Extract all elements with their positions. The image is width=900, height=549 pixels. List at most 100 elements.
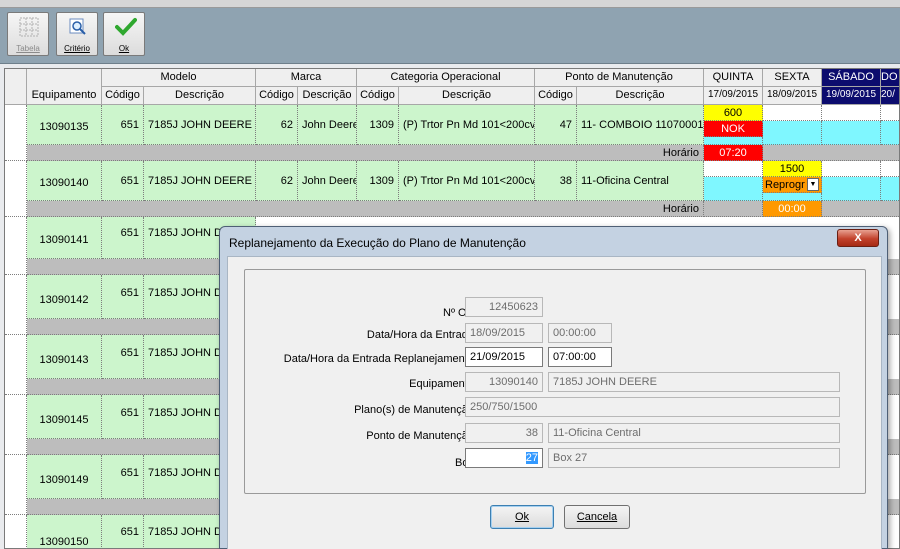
sexta-cell[interactable] [763,105,822,121]
modelo-codigo-cell[interactable]: 651 [102,275,144,319]
categoria-descricao-cell[interactable]: (P) Trtor Pn Md 101<200cv [399,105,535,145]
marca-descricao-cell[interactable]: John Deere [298,161,357,201]
header-modelo-codigo[interactable]: Código [102,87,144,105]
row-selector[interactable] [5,455,27,515]
box-input[interactable]: 27 [465,448,543,468]
table-row-equipamento[interactable]: 13090141 [27,217,102,259]
sexta-status-value: Reprogr [765,179,805,191]
modelo-codigo-cell[interactable]: 651 [102,515,144,548]
entrada-data-field: 18/09/2015 [465,323,543,343]
plano-field: 250/750/1500 [465,397,840,417]
row-selector[interactable] [5,515,27,548]
quinta-horario-cell[interactable]: 07:20 [704,145,763,161]
modelo-codigo-cell[interactable]: 651 [102,105,144,145]
header-marca-codigo[interactable]: Código [256,87,298,105]
header-marca-descricao[interactable]: Descrição [298,87,357,105]
header-day-sexta[interactable]: SEXTA [763,69,822,87]
quinta-cell[interactable] [704,161,763,177]
sabado-cell[interactable] [822,105,881,121]
header-ponto-descricao[interactable]: Descrição [577,87,704,105]
quinta-status-cell[interactable]: NOK [704,121,763,137]
sabado-cell[interactable] [822,121,881,145]
sabado-cell[interactable] [822,177,881,201]
ponto-descricao-cell[interactable]: 11-Oficina Central [577,161,704,201]
sexta-value-cell[interactable]: 1500 [763,161,822,177]
sexta-horario-cell[interactable]: 00:00 [763,201,822,217]
modelo-codigo-cell[interactable]: 651 [102,335,144,379]
ponto-codigo-cell[interactable]: 38 [535,161,577,201]
dialog-title: Replanejamento da Execução do Plano de M… [229,236,526,250]
ponto-descricao-field: 11-Oficina Central [548,423,840,443]
modelo-codigo-cell[interactable]: 651 [102,161,144,201]
table-row-equipamento[interactable]: 13090135 [27,105,102,145]
header-categoria-descricao[interactable]: Descrição [399,87,535,105]
horario-fill [763,145,899,161]
replan-hora-input[interactable]: 07:00:00 [548,347,612,367]
header-date-quinta: 17/09/2015 [704,87,763,105]
cancela-button[interactable]: Cancela [564,505,630,529]
modelo-descricao-cell[interactable]: 7185J JOHN DEERE [144,161,256,201]
header-categoria-codigo[interactable]: Código [357,87,399,105]
row-selector[interactable] [5,217,27,275]
categoria-codigo-cell[interactable]: 1309 [357,161,399,201]
horario-fill [822,201,899,217]
ponto-label: Ponto de Manutenção: [366,430,477,442]
sexta-cell[interactable] [763,193,822,201]
header-modelo[interactable]: Modelo [102,69,256,87]
entrada-label: Data/Hora da Entrada: [366,329,477,341]
modelo-codigo-cell[interactable]: 651 [102,455,144,499]
quinta-value-cell[interactable]: 600 [704,105,763,121]
categoria-codigo-cell[interactable]: 1309 [357,105,399,145]
row-selector[interactable] [5,335,27,395]
ok-button[interactable]: Ok [490,505,554,529]
chevron-down-icon[interactable]: ▼ [807,178,819,191]
dialog-body: Nº OS: 12450623 Data/Hora da Entrada: 18… [227,256,882,549]
header-modelo-descricao[interactable]: Descrição [144,87,256,105]
header-ponto-codigo[interactable]: Código [535,87,577,105]
quinta-cell[interactable] [704,177,763,201]
equipamento-descricao-field: 7185J JOHN DEERE [548,372,840,392]
header-day-sabado[interactable]: SÁBADO [822,69,881,87]
row-selector[interactable] [5,161,27,217]
header-marca[interactable]: Marca [256,69,357,87]
row-selector[interactable] [5,275,27,335]
modelo-codigo-cell[interactable]: 651 [102,395,144,439]
table-row-equipamento[interactable]: 13090143 [27,335,102,379]
table-row-equipamento[interactable]: 13090142 [27,275,102,319]
quinta-empty-cell[interactable] [704,137,763,145]
header-day-domingo[interactable]: DO [881,69,899,87]
criterio-button[interactable]: Critério [56,12,98,56]
header-ponto[interactable]: Ponto de Manutenção [535,69,704,87]
header-day-quinta[interactable]: QUINTA [704,69,763,87]
modelo-descricao-cell[interactable]: 7185J JOHN DEERE [144,105,256,145]
toolbar: Tabela Critério Ok [0,8,900,64]
header-categoria[interactable]: Categoria Operacional [357,69,535,87]
domingo-cell[interactable] [881,121,899,145]
ponto-descricao-cell[interactable]: 11- COMBOIO 11070001 [577,105,704,145]
modelo-codigo-cell[interactable]: 651 [102,217,144,259]
ok-toolbar-button[interactable]: Ok [103,12,145,56]
table-row-equipamento[interactable]: 13090140 [27,161,102,201]
domingo-cell[interactable] [881,177,899,201]
marca-descricao-cell[interactable]: John Deere [298,105,357,145]
quinta-horario-cell[interactable] [704,201,763,217]
close-button[interactable]: X [837,229,879,247]
sabado-cell[interactable] [822,161,881,177]
marca-codigo-cell[interactable]: 62 [256,105,298,145]
table-row-equipamento[interactable]: 13090149 [27,455,102,499]
header-equipamento[interactable]: Equipamento [27,69,102,105]
tabela-button[interactable]: Tabela [7,12,49,56]
domingo-cell[interactable] [881,105,899,121]
table-row-equipamento[interactable]: 13090145 [27,395,102,439]
sexta-status-dropdown[interactable]: Reprogr ▼ [763,177,822,193]
row-selector[interactable] [5,105,27,161]
replan-data-input[interactable]: 21/09/2015 [465,347,543,367]
ponto-codigo-cell[interactable]: 47 [535,105,577,145]
row-selector[interactable] [5,395,27,455]
domingo-cell[interactable] [881,161,899,177]
sexta-cell[interactable] [763,121,822,145]
checkmark-icon [115,18,137,36]
marca-codigo-cell[interactable]: 62 [256,161,298,201]
categoria-descricao-cell[interactable]: (P) Trtor Pn Md 101<200cv [399,161,535,201]
table-row-equipamento[interactable]: 13090150 [27,515,102,548]
